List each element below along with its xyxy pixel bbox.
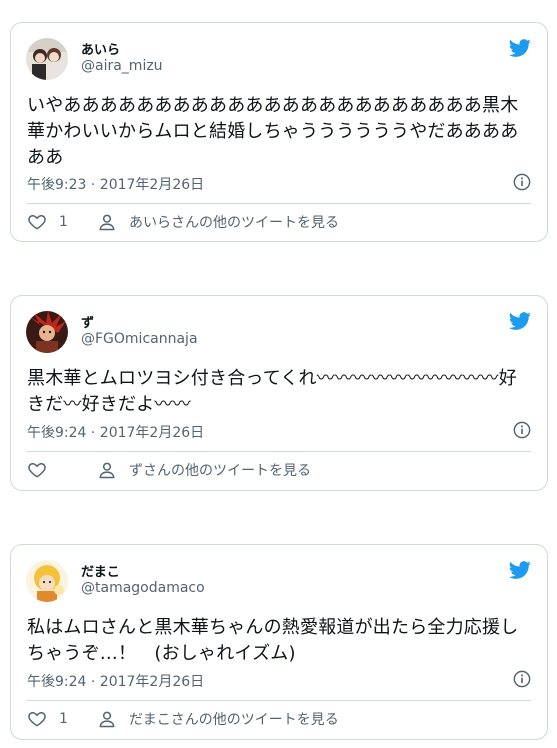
twitter-bird-icon[interactable] [507, 37, 533, 59]
user-handle[interactable]: @aira_mizu [81, 58, 163, 74]
heart-icon [28, 214, 46, 230]
more-tweets-link[interactable]: だまこさんの他のツイートを見る [97, 709, 339, 729]
avatar[interactable] [26, 311, 68, 353]
more-tweets-link[interactable]: ずさんの他のツイートを見る [97, 460, 311, 480]
avatar[interactable] [26, 38, 68, 80]
tweet-card-1: あいら @aira_mizu いやあああああああああああああああああああああああ… [10, 22, 548, 242]
info-icon[interactable] [513, 421, 531, 439]
divider [27, 203, 531, 204]
tweet-card-2: ず @FGOmicannaja 黒木華とムロツヨシ付き合ってくれ〰〰〰〰〰〰〰〰… [10, 295, 548, 491]
tweet-text: 私はムロさんと黒木華ちゃんの熱愛報道が出たら全力応援しちゃうぞ…！ (おしゃれイ… [27, 617, 519, 664]
info-icon[interactable] [513, 173, 531, 191]
timestamp[interactable]: 午後9:24 · 2017年2月26日 [27, 422, 204, 442]
tweet-actions: ずさんの他のツイートを見る [27, 460, 531, 484]
like-count: 1 [59, 711, 68, 727]
display-name[interactable]: だまこ [81, 561, 120, 580]
tweet-text: いやあああああああああああああああああああああああ黒木華かわいいからムロと結婚し… [27, 95, 519, 168]
tweet-text: 黒木華とムロツヨシ付き合ってくれ〰〰〰〰〰〰〰〰〰〰好きだ〰好きだよ〰〰 [27, 368, 517, 415]
tweet-card-3: だまこ @tamagodamaco 私はムロさんと黒木華ちゃんの熱愛報道が出たら… [10, 544, 548, 740]
user-handle[interactable]: @tamagodamaco [81, 580, 205, 596]
divider [27, 451, 531, 452]
display-name[interactable]: あいら [81, 39, 120, 58]
like-button[interactable]: 1 [27, 212, 68, 232]
heart-icon [28, 711, 46, 727]
tweet-actions: 1 あいらさんの他のツイートを見る [27, 212, 531, 236]
info-icon[interactable] [513, 670, 531, 688]
avatar[interactable] [26, 560, 68, 602]
timestamp[interactable]: 午後9:23 · 2017年2月26日 [27, 174, 204, 194]
person-icon [99, 214, 115, 231]
divider [27, 700, 531, 701]
twitter-bird-icon[interactable] [507, 310, 533, 332]
more-tweets-link[interactable]: あいらさんの他のツイートを見る [97, 212, 339, 232]
like-button[interactable]: 1 [27, 709, 68, 729]
display-name[interactable]: ず [81, 312, 94, 331]
user-handle[interactable]: @FGOmicannaja [81, 331, 198, 347]
heart-icon [28, 462, 46, 478]
like-count: 1 [59, 214, 68, 230]
twitter-bird-icon[interactable] [507, 559, 533, 581]
person-icon [99, 711, 115, 728]
tweet-actions: 1 だまこさんの他のツイートを見る [27, 709, 531, 733]
more-tweets-label: だまこさんの他のツイートを見る [129, 712, 339, 728]
timestamp[interactable]: 午後9:24 · 2017年2月26日 [27, 671, 204, 691]
more-tweets-label: あいらさんの他のツイートを見る [129, 215, 339, 231]
person-icon [99, 462, 115, 479]
like-button[interactable] [27, 460, 59, 480]
more-tweets-label: ずさんの他のツイートを見る [129, 463, 311, 479]
